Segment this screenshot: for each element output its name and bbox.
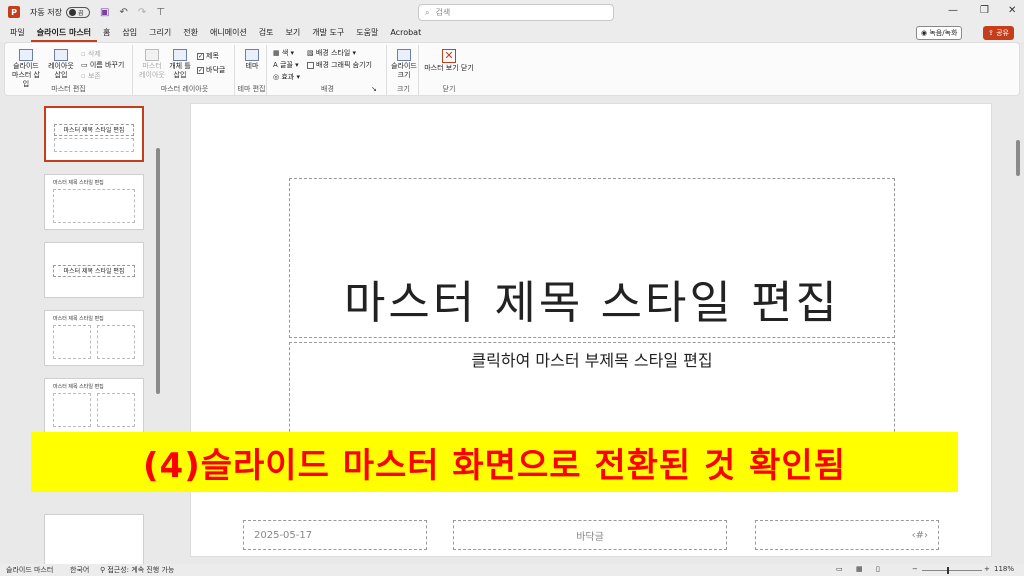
customize-toolbar-icon[interactable]: ⊤ [156, 7, 165, 18]
search-icon: ⌕ [425, 7, 430, 17]
group-theme-edit: 테마 테마 편집 [237, 45, 267, 95]
tab-draw[interactable]: 그리기 [143, 24, 177, 42]
tab-transitions[interactable]: 전환 [177, 24, 204, 42]
placeholder-icon [173, 49, 187, 61]
tab-acrobat[interactable]: Acrobat [384, 24, 427, 42]
group-background: ▦ 색 ▾ A 글꼴 ▾ ◎ 효과 ▾ ▧ 배경 스타일 ▾ 배경 그래픽 숨기… [269, 45, 387, 95]
group-label-master-edit: 마스터 편집 [51, 85, 86, 93]
slide-size-button[interactable]: 슬라이드 크기 [391, 49, 417, 80]
tutorial-caption: (4)슬라이드 마스터 화면으로 전환된 것 확인됨 [31, 432, 958, 492]
theme-icon [245, 49, 259, 61]
zoom-slider-handle[interactable] [947, 567, 949, 574]
thumbnail-layout-1[interactable]: 마스터 제목 스타일 편집 [44, 174, 144, 230]
tab-slide-master[interactable]: 슬라이드 마스터 [30, 24, 98, 42]
group-label-master-layout: 마스터 레이아웃 [160, 85, 209, 93]
effects-dropdown[interactable]: ◎ 효과 ▾ [273, 72, 300, 82]
close-icon[interactable]: ✕ [1008, 5, 1016, 16]
master-subtitle-placeholder[interactable]: 클릭하여 마스터 부제목 스타일 편집 [289, 342, 895, 442]
theme-button[interactable]: 테마 [240, 49, 264, 71]
minimize-icon[interactable]: — [948, 5, 958, 16]
record-button[interactable]: ◉ 녹음/녹화 [916, 26, 963, 40]
master-subtitle-text: 클릭하여 마스터 부제목 스타일 편집 [471, 351, 713, 370]
zoom-out-icon[interactable]: − [912, 565, 918, 573]
powerpoint-logo-icon: P [8, 6, 20, 18]
tab-view[interactable]: 보기 [280, 24, 307, 42]
layout-icon [54, 49, 68, 61]
colors-dropdown[interactable]: ▦ 색 ▾ [273, 48, 294, 58]
zoom-in-icon[interactable]: + [984, 565, 990, 573]
group-master-layout: 마스터 레이아웃 개체 틀 삽입 ✓ 제목 ✓ 바닥글 마스터 레이아웃 [135, 45, 235, 95]
group-label-close: 닫기 [442, 85, 456, 93]
tab-file[interactable]: 파일 [4, 24, 31, 42]
insert-slide-master-button[interactable]: 슬라이드 마스터 삽입 [11, 49, 41, 89]
insert-layout-button[interactable]: 레이아웃 삽입 [47, 49, 75, 80]
tab-insert[interactable]: 삽입 [116, 24, 143, 42]
footer-checkbox[interactable]: ✓ 바닥글 [197, 65, 225, 75]
rename-button[interactable]: ▭ 이름 바꾸기 [81, 60, 124, 70]
thumbnail-scrollbar[interactable] [156, 148, 160, 394]
search-input[interactable]: ⌕ 검색 [418, 4, 614, 21]
insert-placeholder-button[interactable]: 개체 틀 삽입 [167, 49, 193, 80]
slide-number-placeholder[interactable]: ‹#› [755, 520, 939, 550]
thumbnail-layout-3[interactable]: 마스터 제목 스타일 편집 [44, 310, 144, 366]
tab-developer[interactable]: 개발 도구 [306, 24, 350, 42]
maximize-icon[interactable]: ❐ [980, 5, 989, 16]
group-size: 슬라이드 크기 크기 [389, 45, 419, 95]
group-label-size: 크기 [397, 85, 410, 93]
accessibility-status[interactable]: ⚲ 접근성: 계속 진행 가능 [100, 565, 174, 575]
share-button[interactable]: ⇪ 공유 [983, 26, 1014, 40]
view-status: 슬라이드 마스터 [6, 566, 54, 574]
title-checkbox[interactable]: ✓ 제목 [197, 51, 219, 61]
autosave-toggle[interactable]: 끔 [65, 6, 90, 18]
thumbnail-layout-6[interactable] [44, 514, 144, 570]
thumbnail-layout-4[interactable]: 마스터 제목 스타일 편집 [44, 378, 144, 434]
redo-icon[interactable]: ↷ [138, 7, 146, 18]
master-layout-icon [145, 49, 159, 61]
group-master-edit: 슬라이드 마스터 삽입 레이아웃 삽입 ▫ 삭제 ▭ 이름 바꾸기 ▫ 보존 마… [5, 45, 133, 95]
sorter-view-icon[interactable]: ▦ [856, 565, 863, 573]
background-styles-dropdown[interactable]: ▧ 배경 스타일 ▾ [307, 48, 356, 58]
group-label-background: 배경 [321, 85, 334, 93]
tab-home[interactable]: 홈 [97, 24, 116, 42]
language-status[interactable]: 한국어 [70, 565, 89, 575]
footer-placeholder[interactable]: 바닥글 [453, 520, 727, 550]
ribbon-tabs: 파일 슬라이드 마스터 홈 삽입 그리기 전환 애니메이션 검토 보기 개발 도… [0, 24, 1024, 42]
thumbnail-layout-2[interactable]: 마스터 제목 스타일 편집 [44, 242, 144, 298]
preserve-button[interactable]: ▫ 보존 [81, 71, 101, 81]
close-master-view-button[interactable]: ✕ 마스터 보기 닫기 [423, 49, 475, 73]
reading-view-icon[interactable]: ▯ [876, 565, 880, 573]
master-layout-button[interactable]: 마스터 레이아웃 [139, 49, 165, 80]
group-label-theme-edit: 테마 편집 [237, 85, 266, 93]
dialog-launcher-icon[interactable]: ↘ [371, 85, 377, 93]
master-title-text: 마스터 제목 스타일 편집 [344, 276, 840, 329]
thumbnail-master[interactable]: 마스터 제목 스타일 편집 [44, 106, 144, 162]
slide-master-icon [19, 49, 33, 61]
fonts-dropdown[interactable]: A 글꼴 ▾ [273, 60, 299, 70]
close-master-view-icon: ✕ [442, 49, 456, 63]
slide-scrollbar[interactable] [1016, 140, 1020, 176]
tab-review[interactable]: 검토 [253, 24, 280, 42]
tab-help[interactable]: 도움말 [350, 24, 384, 42]
slide-size-icon [397, 49, 411, 61]
slide-thumbnail-panel: 마스터 제목 스타일 편집 마스터 제목 스타일 편집 마스터 제목 스타일 편… [0, 98, 166, 570]
group-close: ✕ 마스터 보기 닫기 닫기 [421, 45, 477, 95]
normal-view-icon[interactable]: ▭ [836, 565, 843, 573]
zoom-slider[interactable] [922, 570, 982, 571]
delete-button[interactable]: ▫ 삭제 [81, 49, 101, 59]
autosave-label: 자동 저장 [30, 7, 62, 17]
tab-animations[interactable]: 애니메이션 [204, 24, 253, 42]
hide-background-checkbox[interactable]: 배경 그래픽 숨기기 [307, 60, 372, 70]
ribbon: 슬라이드 마스터 삽입 레이아웃 삽입 ▫ 삭제 ▭ 이름 바꾸기 ▫ 보존 마… [4, 42, 1020, 96]
undo-icon[interactable]: ↶ [119, 7, 127, 18]
master-title-placeholder[interactable]: 마스터 제목 스타일 편집 [289, 178, 895, 338]
status-bar: 슬라이드 마스터 한국어 ⚲ 접근성: 계속 진행 가능 ▭ ▦ ▯ − + 1… [0, 564, 1024, 576]
zoom-level[interactable]: 118% [994, 565, 1014, 573]
save-icon[interactable]: ▣ [100, 7, 109, 18]
date-placeholder[interactable]: 2025-05-17 [243, 520, 427, 550]
